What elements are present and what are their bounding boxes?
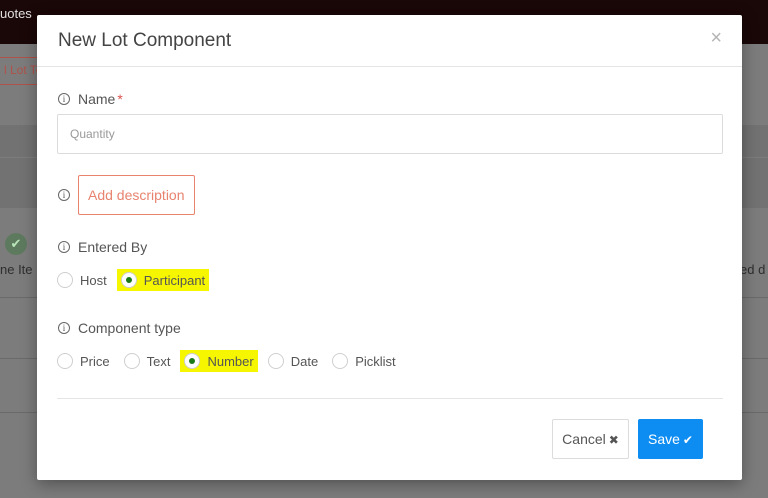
background-page-title: uotes: [0, 6, 32, 21]
component-type-picklist-radio[interactable]: Picklist: [332, 353, 396, 369]
entered-by-radio-group: Host Participant: [57, 269, 219, 291]
component-type-price-radio[interactable]: Price: [57, 353, 110, 369]
info-icon: i: [58, 189, 70, 201]
close-icon[interactable]: ×: [710, 27, 722, 50]
name-label: Name: [78, 91, 116, 107]
radio-circle[interactable]: [123, 353, 140, 369]
entered-by-host-radio[interactable]: Host: [57, 272, 107, 288]
name-input[interactable]: [57, 114, 723, 154]
cancel-label: Cancel: [562, 431, 606, 447]
times-icon: ✖: [608, 433, 619, 447]
required-mark: *: [117, 91, 123, 107]
radio-label: Picklist: [355, 353, 396, 369]
check-icon: ✔: [682, 433, 693, 447]
radio-circle[interactable]: [57, 353, 73, 369]
component-type-label: Component type: [78, 320, 181, 336]
name-label-row: i Name *: [58, 91, 123, 107]
radio-label: Text: [146, 353, 171, 369]
entered-by-label: Entered By: [78, 239, 148, 255]
radio-circle-selected[interactable]: [120, 272, 137, 288]
info-icon: i: [58, 93, 70, 105]
component-type-radio-group: Price Text Number Date Picklist: [57, 350, 410, 372]
entered-by-participant-radio[interactable]: Participant: [116, 269, 210, 291]
radio-label: Price: [80, 353, 110, 369]
footer-divider: [57, 398, 723, 399]
background-row-text-right: ed d: [740, 262, 766, 277]
background-check-icon: ✔: [5, 233, 27, 255]
save-button[interactable]: Save ✔: [638, 419, 703, 459]
radio-circle[interactable]: [57, 272, 73, 288]
new-lot-component-modal: New Lot Component × i Name* i Add descri…: [37, 15, 742, 480]
radio-circle-selected[interactable]: [184, 353, 201, 369]
add-description-button[interactable]: Add description: [78, 175, 195, 215]
radio-label: Participant: [143, 272, 206, 288]
component-type-label-row: i Component type: [58, 320, 181, 336]
background-row-text: ne Ite: [0, 262, 33, 277]
save-label: Save: [648, 431, 680, 447]
radio-label: Number: [207, 353, 254, 369]
radio-label: Date: [290, 353, 319, 369]
entered-by-label-row: i Entered By: [58, 239, 147, 255]
info-icon: i: [58, 322, 70, 334]
description-row: i Add description: [58, 175, 195, 215]
radio-label: Host: [80, 272, 107, 288]
component-type-number-radio[interactable]: Number: [180, 350, 258, 372]
modal-header: New Lot Component ×: [37, 15, 742, 67]
modal-title: New Lot Component: [58, 30, 232, 51]
cancel-button[interactable]: Cancel ✖: [552, 419, 629, 459]
component-type-date-radio[interactable]: Date: [267, 353, 319, 369]
radio-circle[interactable]: [267, 353, 284, 369]
info-icon: i: [58, 241, 70, 253]
component-type-text-radio[interactable]: Text: [123, 353, 171, 369]
radio-circle[interactable]: [332, 353, 349, 369]
